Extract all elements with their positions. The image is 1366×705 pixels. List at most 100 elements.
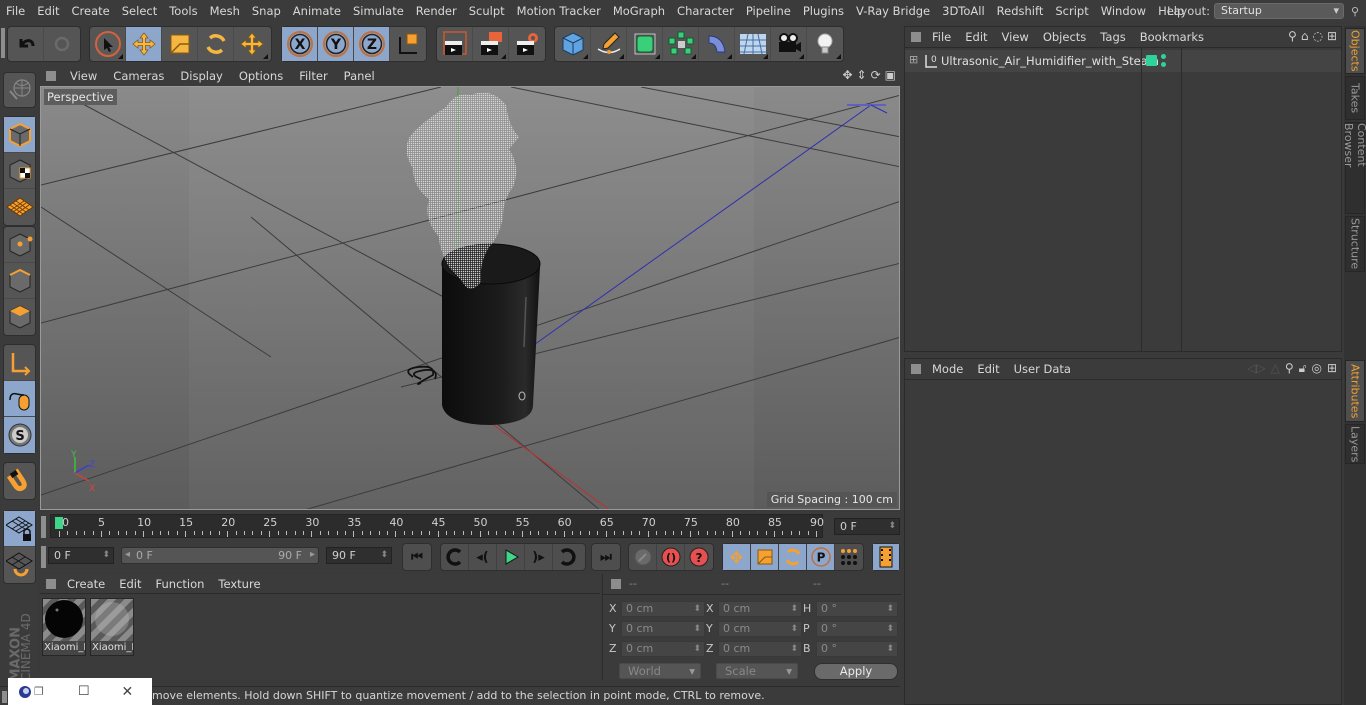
objects-menu-bookmarks[interactable]: Bookmarks — [1133, 30, 1211, 44]
editor-visibility-dot[interactable] — [1161, 54, 1166, 59]
panel-grip-icon[interactable] — [46, 578, 56, 589]
tweak-mode-button[interactable] — [4, 381, 35, 417]
cloner-button[interactable] — [663, 27, 699, 61]
menu-edit[interactable]: Edit — [31, 4, 65, 18]
cube-button[interactable] — [555, 27, 591, 61]
objects-menu-edit[interactable]: Edit — [958, 30, 994, 44]
menu-file[interactable]: File — [0, 4, 31, 18]
timeline-grip[interactable] — [41, 516, 46, 538]
live-selection-button[interactable] — [90, 27, 126, 61]
objects-menu-view[interactable]: View — [995, 30, 1036, 44]
menu-script[interactable]: Script — [1049, 4, 1094, 18]
menu-snap[interactable]: Snap — [246, 4, 287, 18]
panel-grip-icon[interactable] — [611, 579, 621, 589]
search-icon[interactable]: ⚲ — [1288, 29, 1297, 43]
playbar-grip[interactable] — [41, 546, 46, 568]
restore-icon[interactable]: ❐ — [34, 685, 44, 698]
size-mode-select[interactable]: Scale — [716, 663, 798, 679]
menu-plugins[interactable]: Plugins — [797, 4, 850, 18]
frame-range-slider[interactable]: ◂ 0 F 90 F ▸ — [121, 547, 319, 564]
tab-attributes[interactable]: Attributes — [1345, 360, 1365, 422]
goto-end-button[interactable]: ⏭ — [592, 544, 620, 570]
render-view-button[interactable] — [437, 27, 473, 61]
position-z-field[interactable]: 0 cm — [621, 641, 705, 657]
z-axis-button[interactable]: Z — [354, 27, 390, 61]
camera-label[interactable]: Perspective — [44, 89, 117, 105]
next-key-button[interactable] — [553, 544, 581, 570]
pen-spline-button[interactable] — [591, 27, 627, 61]
lock-icon[interactable]: 🔓︎ — [1299, 361, 1307, 376]
menu-redshift[interactable]: Redshift — [991, 4, 1050, 18]
menu-render[interactable]: Render — [410, 4, 463, 18]
end-frame-field[interactable]: 90 F — [326, 547, 392, 564]
undo-button[interactable] — [8, 27, 44, 61]
render-visibility-dot[interactable] — [1161, 62, 1166, 67]
axis-mode-button[interactable] — [4, 345, 35, 381]
y-axis-button[interactable]: Y — [318, 27, 354, 61]
back-arrow-icon[interactable]: ◁▷ — [1247, 361, 1265, 376]
material-menu-texture[interactable]: Texture — [211, 577, 267, 591]
objects-menu-objects[interactable]: Objects — [1036, 30, 1093, 44]
redo-button[interactable] — [44, 27, 80, 61]
size-y-field[interactable]: 0 cm — [718, 621, 802, 637]
viewport-menu-display[interactable]: Display — [172, 69, 230, 83]
objects-menu-tags[interactable]: Tags — [1093, 30, 1132, 44]
3d-viewport[interactable]: Perspective Grid Spacing : 100 cm Y Z X — [40, 86, 900, 510]
material-menu-edit[interactable]: Edit — [112, 577, 148, 591]
rotate-tool-button[interactable] — [198, 27, 234, 61]
material-menu-function[interactable]: Function — [149, 577, 212, 591]
snap-button[interactable] — [4, 463, 35, 499]
range-right-arrow-icon[interactable]: ▸ — [310, 549, 315, 560]
object-row[interactable]: ⊞ 0 Ultrasonic_Air_Humidifier_with_Steam — [905, 48, 1341, 352]
key-pla-button[interactable] — [835, 544, 863, 570]
next-frame-button[interactable]: )▸ — [525, 544, 553, 570]
size-z-field[interactable]: 0 cm — [718, 641, 802, 657]
menu-create[interactable]: Create — [66, 4, 116, 18]
autokey-button[interactable]: () — [657, 544, 685, 570]
visibility-icon[interactable]: ◌ — [1312, 29, 1322, 43]
viewport-menu-panel[interactable]: Panel — [336, 69, 383, 83]
floor-button[interactable] — [735, 27, 771, 61]
workplane-lock-button[interactable] — [4, 511, 35, 547]
search-icon[interactable]: ⚲ — [1344, 5, 1366, 18]
key-parameter-button[interactable]: P — [807, 544, 835, 570]
timeline-ruler[interactable]: 0 5 10 15 20 25 30 35 40 45 50 55 60 65 70 75 80 85 90 — [50, 514, 824, 538]
coordinate-mode-select[interactable]: World — [619, 663, 701, 679]
panel-grip-icon[interactable] — [911, 364, 921, 374]
new-panel-icon[interactable]: ⊞ — [1327, 29, 1337, 43]
tab-structure[interactable]: Structure — [1345, 216, 1365, 272]
prev-frame-button[interactable]: ◂( — [469, 544, 497, 570]
close-icon[interactable]: ✕ — [122, 684, 134, 700]
texture-mode-button[interactable] — [4, 153, 35, 189]
menu-3dtoall[interactable]: 3DToAll — [936, 4, 991, 18]
scale-tool-button[interactable] — [162, 27, 198, 61]
play-button[interactable] — [497, 544, 525, 570]
material-swatch[interactable]: Xiaomi_I — [90, 598, 134, 656]
menu-tools[interactable]: Tools — [163, 4, 203, 18]
viewport-menu-options[interactable]: Options — [231, 69, 291, 83]
viewport-menu-filter[interactable]: Filter — [291, 69, 335, 83]
menu-sculpt[interactable]: Sculpt — [463, 4, 511, 18]
expand-icon[interactable]: ⊞ — [909, 53, 918, 66]
viewport-menu-cameras[interactable]: Cameras — [105, 69, 172, 83]
new-panel-icon[interactable]: ⊞ — [1327, 361, 1337, 376]
camera-button[interactable] — [771, 27, 807, 61]
panel-grip-icon[interactable] — [911, 32, 921, 42]
edges-mode-button[interactable] — [4, 263, 35, 299]
toolbar-grip[interactable] — [1, 28, 5, 58]
panel-grip-icon[interactable] — [46, 71, 56, 81]
range-left-arrow-icon[interactable]: ◂ — [125, 549, 130, 560]
menu-window[interactable]: Window — [1095, 4, 1152, 18]
menu-motion-tracker[interactable]: Motion Tracker — [511, 4, 607, 18]
render-picture-viewer-button[interactable] — [473, 27, 509, 61]
target-icon[interactable]: ◎ — [1311, 361, 1321, 376]
apply-button[interactable]: Apply — [814, 663, 898, 680]
start-frame-field[interactable]: 0 F — [48, 547, 114, 564]
key-position-button[interactable]: ✥ — [723, 544, 751, 570]
tab-takes[interactable]: Takes — [1345, 76, 1365, 120]
object-name[interactable]: Ultrasonic_Air_Humidifier_with_Steam — [941, 54, 1159, 68]
key-rotation-button[interactable] — [779, 544, 807, 570]
coordinate-system-button[interactable] — [390, 27, 426, 61]
points-mode-button[interactable] — [4, 227, 35, 263]
menu-animate[interactable]: Animate — [287, 4, 347, 18]
